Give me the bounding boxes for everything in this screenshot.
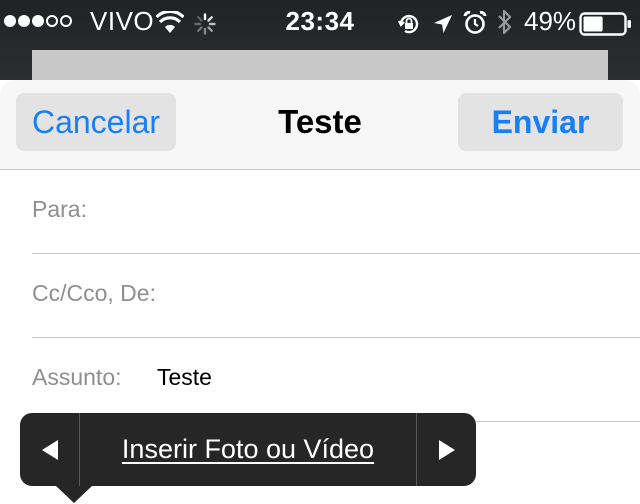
triangle-left-icon bbox=[41, 439, 58, 460]
subject-value[interactable]: Teste bbox=[157, 364, 212, 391]
edit-callout-menu: Inserir Foto ou Vídeo bbox=[20, 413, 476, 503]
to-field[interactable]: Para: bbox=[0, 170, 640, 254]
callout-next-button[interactable] bbox=[416, 413, 476, 486]
to-label: Para: bbox=[32, 196, 87, 222]
cc-bcc-from-label: Cc/Cco, De: bbox=[32, 280, 156, 306]
insert-photo-video-menu-item[interactable]: Inserir Foto ou Vídeo bbox=[80, 413, 416, 486]
mail-compose-screen: VIVO 23:34 49% Cancelar Teste Enviar Par… bbox=[0, 0, 640, 504]
bluetooth-icon bbox=[496, 7, 514, 37]
battery-icon bbox=[579, 9, 633, 39]
alarm-clock-icon bbox=[462, 8, 488, 38]
subject-label: Assunto: bbox=[32, 364, 122, 390]
navigation-bar: Cancelar Teste Enviar bbox=[0, 80, 640, 170]
location-arrow-icon bbox=[432, 9, 454, 39]
subject-field[interactable]: Assunto: Teste bbox=[0, 338, 640, 422]
cc-bcc-from-field[interactable]: Cc/Cco, De: bbox=[0, 254, 640, 338]
compose-title: Teste bbox=[278, 103, 362, 140]
rotation-lock-icon bbox=[397, 9, 421, 39]
battery-percentage: 49% bbox=[524, 6, 577, 36]
cancel-button[interactable]: Cancelar bbox=[16, 93, 176, 151]
triangle-right-icon bbox=[438, 439, 455, 460]
callout-previous-button[interactable] bbox=[20, 413, 80, 486]
send-button[interactable]: Enviar bbox=[458, 93, 623, 151]
